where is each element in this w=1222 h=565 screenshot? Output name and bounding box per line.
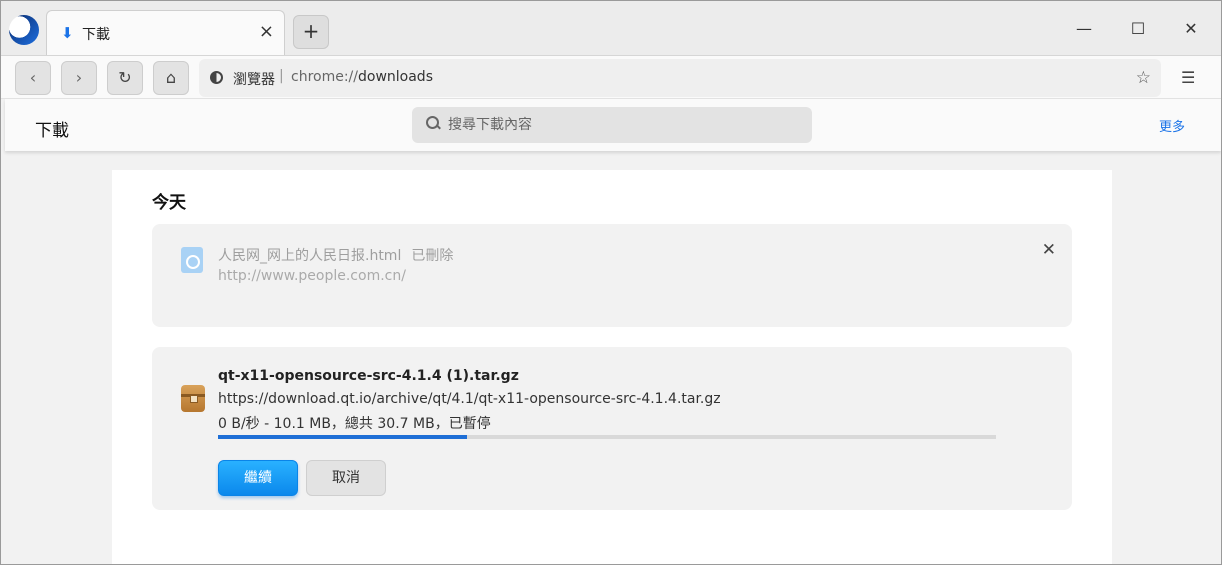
reload-button[interactable]: ↻ (107, 61, 143, 95)
html-file-icon (181, 247, 203, 273)
bookmark-star-icon[interactable]: ☆ (1136, 68, 1151, 88)
address-url[interactable]: chrome://downloads (291, 69, 433, 85)
download-file-name[interactable]: qt-x11-opensource-src-4.1.4 (1).tar.gz (218, 368, 519, 384)
search-input[interactable] (448, 113, 798, 137)
home-button[interactable]: ⌂ (153, 61, 189, 95)
download-file-name: 人民网_网上的人民日报.html 已刪除 (218, 245, 453, 265)
date-heading: 今天 (152, 193, 186, 213)
search-icon (426, 116, 440, 130)
url-scheme: chrome:// (291, 69, 358, 85)
browser-window: ⬇ 下載 × + — ☐ ✕ ‹ › ↻ ⌂ 瀏覽器 | chrome://do… (0, 0, 1222, 565)
downloads-header: 下載 更多 (5, 99, 1221, 151)
download-progress-fill (218, 435, 467, 439)
menu-icon[interactable]: ☰ (1181, 68, 1195, 87)
tab-title: 下載 (82, 27, 110, 43)
file-name-text: 人民网_网上的人民日报.html (218, 248, 402, 264)
site-label: 瀏覽器 (233, 72, 275, 88)
more-link[interactable]: 更多 (1159, 116, 1185, 135)
site-info-icon[interactable] (210, 71, 223, 84)
maximize-button[interactable]: ☐ (1126, 17, 1150, 41)
close-window-button[interactable]: ✕ (1179, 17, 1203, 41)
browser-toolbar: ‹ › ↻ ⌂ 瀏覽器 | chrome://downloads ☆ ☰ (1, 55, 1221, 99)
title-bar: ⬇ 下載 × + — ☐ ✕ (1, 1, 1221, 55)
back-button[interactable]: ‹ (15, 61, 51, 95)
page-title: 下載 (35, 121, 69, 141)
download-source-url[interactable]: http://www.people.com.cn/ (218, 268, 406, 284)
download-progress-bar (218, 435, 996, 439)
address-bar[interactable]: 瀏覽器 | chrome://downloads ☆ (199, 59, 1161, 97)
browser-logo-icon[interactable] (9, 15, 39, 45)
cancel-button[interactable]: 取消 (306, 460, 386, 496)
download-source-url[interactable]: https://download.qt.io/archive/qt/4.1/qt… (218, 391, 721, 407)
url-path: downloads (358, 69, 433, 85)
download-item-paused: qt-x11-opensource-src-4.1.4 (1).tar.gz h… (152, 347, 1072, 510)
new-tab-button[interactable]: + (293, 15, 329, 49)
download-item-deleted: 人民网_网上的人民日报.html 已刪除 http://www.people.co… (152, 224, 1072, 327)
tab-downloads[interactable]: ⬇ 下載 × (46, 10, 285, 55)
tab-close-icon[interactable]: × (259, 22, 274, 42)
minimize-button[interactable]: — (1072, 17, 1096, 41)
resume-button[interactable]: 繼續 (218, 460, 298, 496)
archive-file-icon (181, 385, 205, 412)
download-icon: ⬇ (61, 24, 74, 42)
forward-button[interactable]: › (61, 61, 97, 95)
remove-item-icon[interactable]: ✕ (1042, 240, 1056, 260)
download-status-text: 0 B/秒 - 10.1 MB，總共 30.7 MB，已暫停 (218, 416, 491, 432)
address-separator: | (279, 68, 284, 84)
search-box[interactable] (412, 107, 812, 143)
downloads-list: 今天 人民网_网上的人民日报.html 已刪除 http://www.people… (112, 170, 1112, 564)
deleted-status-tag: 已刪除 (411, 248, 454, 264)
